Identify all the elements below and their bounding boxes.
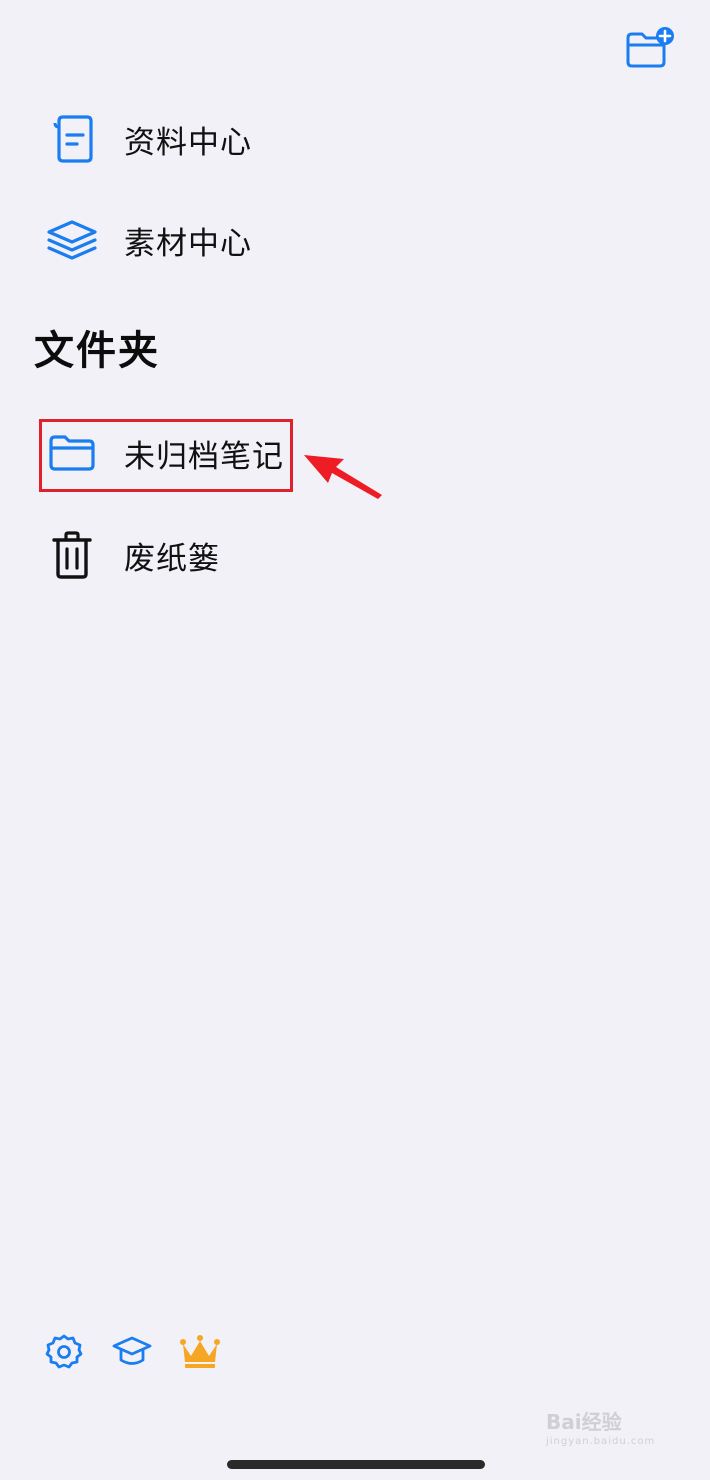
home-indicator[interactable] — [227, 1460, 485, 1469]
watermark-text: Bai经验 — [546, 1410, 622, 1434]
tutorial-button[interactable] — [108, 1330, 156, 1374]
folder-item-label: 废纸篓 — [124, 540, 220, 577]
nav-item-label: 素材中心 — [124, 225, 252, 262]
gear-icon — [45, 1334, 83, 1369]
document-icon — [40, 111, 104, 167]
folder-plus-icon — [626, 27, 674, 68]
folder-item-unarchived-notes[interactable]: 未归档笔记 — [40, 418, 284, 488]
folder-item-trash[interactable]: 废纸篓 — [40, 520, 220, 590]
trash-icon — [40, 527, 104, 583]
watermark: Bai经验 jingyan.baidu.com — [546, 1406, 696, 1447]
layers-icon — [40, 212, 104, 268]
watermark-subtext: jingyan.baidu.com — [546, 1436, 656, 1447]
nav-item-resource-center[interactable]: 资料中心 — [40, 104, 252, 174]
bottom-toolbar — [40, 1330, 244, 1374]
sidebar-screen: 资料中心 素材中心 文件夹 未归档笔记 废纸篓 Bai经验 jingyan.ba… — [0, 0, 710, 1480]
folder-icon — [40, 425, 104, 481]
folders-section-title: 文件夹 — [34, 328, 160, 374]
new-folder-button[interactable] — [624, 26, 678, 70]
nav-item-material-center[interactable]: 素材中心 — [40, 205, 252, 275]
folder-item-label: 未归档笔记 — [124, 438, 284, 475]
arrow-icon — [304, 455, 382, 499]
premium-button[interactable] — [176, 1330, 224, 1374]
graduation-cap-icon — [112, 1336, 152, 1365]
settings-button[interactable] — [40, 1330, 88, 1374]
nav-item-label: 资料中心 — [124, 124, 252, 161]
crown-icon — [180, 1335, 220, 1368]
